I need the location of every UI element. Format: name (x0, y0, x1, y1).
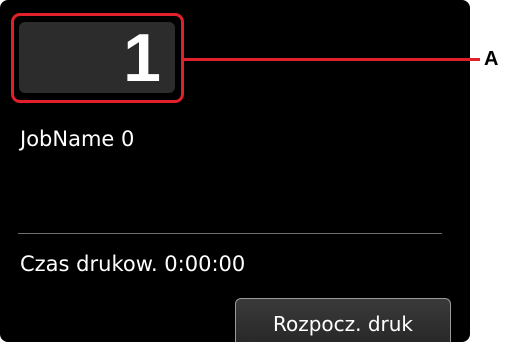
callout-highlight-box (11, 13, 184, 103)
callout-label-a: A (484, 48, 499, 70)
figure: 1 JobName 0 Czas drukow. 0:00:00 Rozpocz… (0, 0, 505, 342)
print-time: Czas drukow. 0:00:00 (20, 252, 246, 276)
job-name: JobName 0 (20, 127, 135, 151)
divider (18, 233, 442, 234)
start-print-button[interactable]: Rozpocz. druk (235, 298, 451, 342)
callout-leader-line (184, 58, 480, 61)
